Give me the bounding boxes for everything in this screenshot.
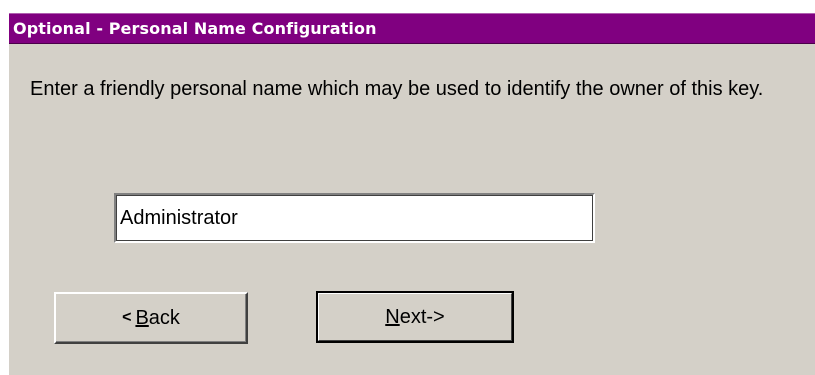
personal-name-input[interactable] (114, 193, 595, 243)
next-mnemonic: N (385, 305, 400, 328)
section-title-bar: Optional - Personal Name Configuration (9, 13, 815, 44)
personal-name-dialog: Optional - Personal Name Configuration E… (0, 0, 815, 375)
instruction-text: Enter a friendly personal name which may… (30, 78, 764, 100)
next-button[interactable]: Next-> (316, 291, 514, 343)
back-button-label: Back (135, 307, 179, 330)
back-chevron-icon: < (122, 309, 132, 326)
next-rest: ext-> (399, 305, 445, 328)
back-rest: ack (148, 306, 180, 329)
back-button[interactable]: < Back (54, 292, 248, 344)
top-edge (0, 0, 815, 13)
back-mnemonic: B (135, 306, 149, 329)
next-button-label: Next-> (385, 306, 444, 329)
left-edge (0, 0, 9, 375)
section-title: Optional - Personal Name Configuration (13, 19, 377, 38)
